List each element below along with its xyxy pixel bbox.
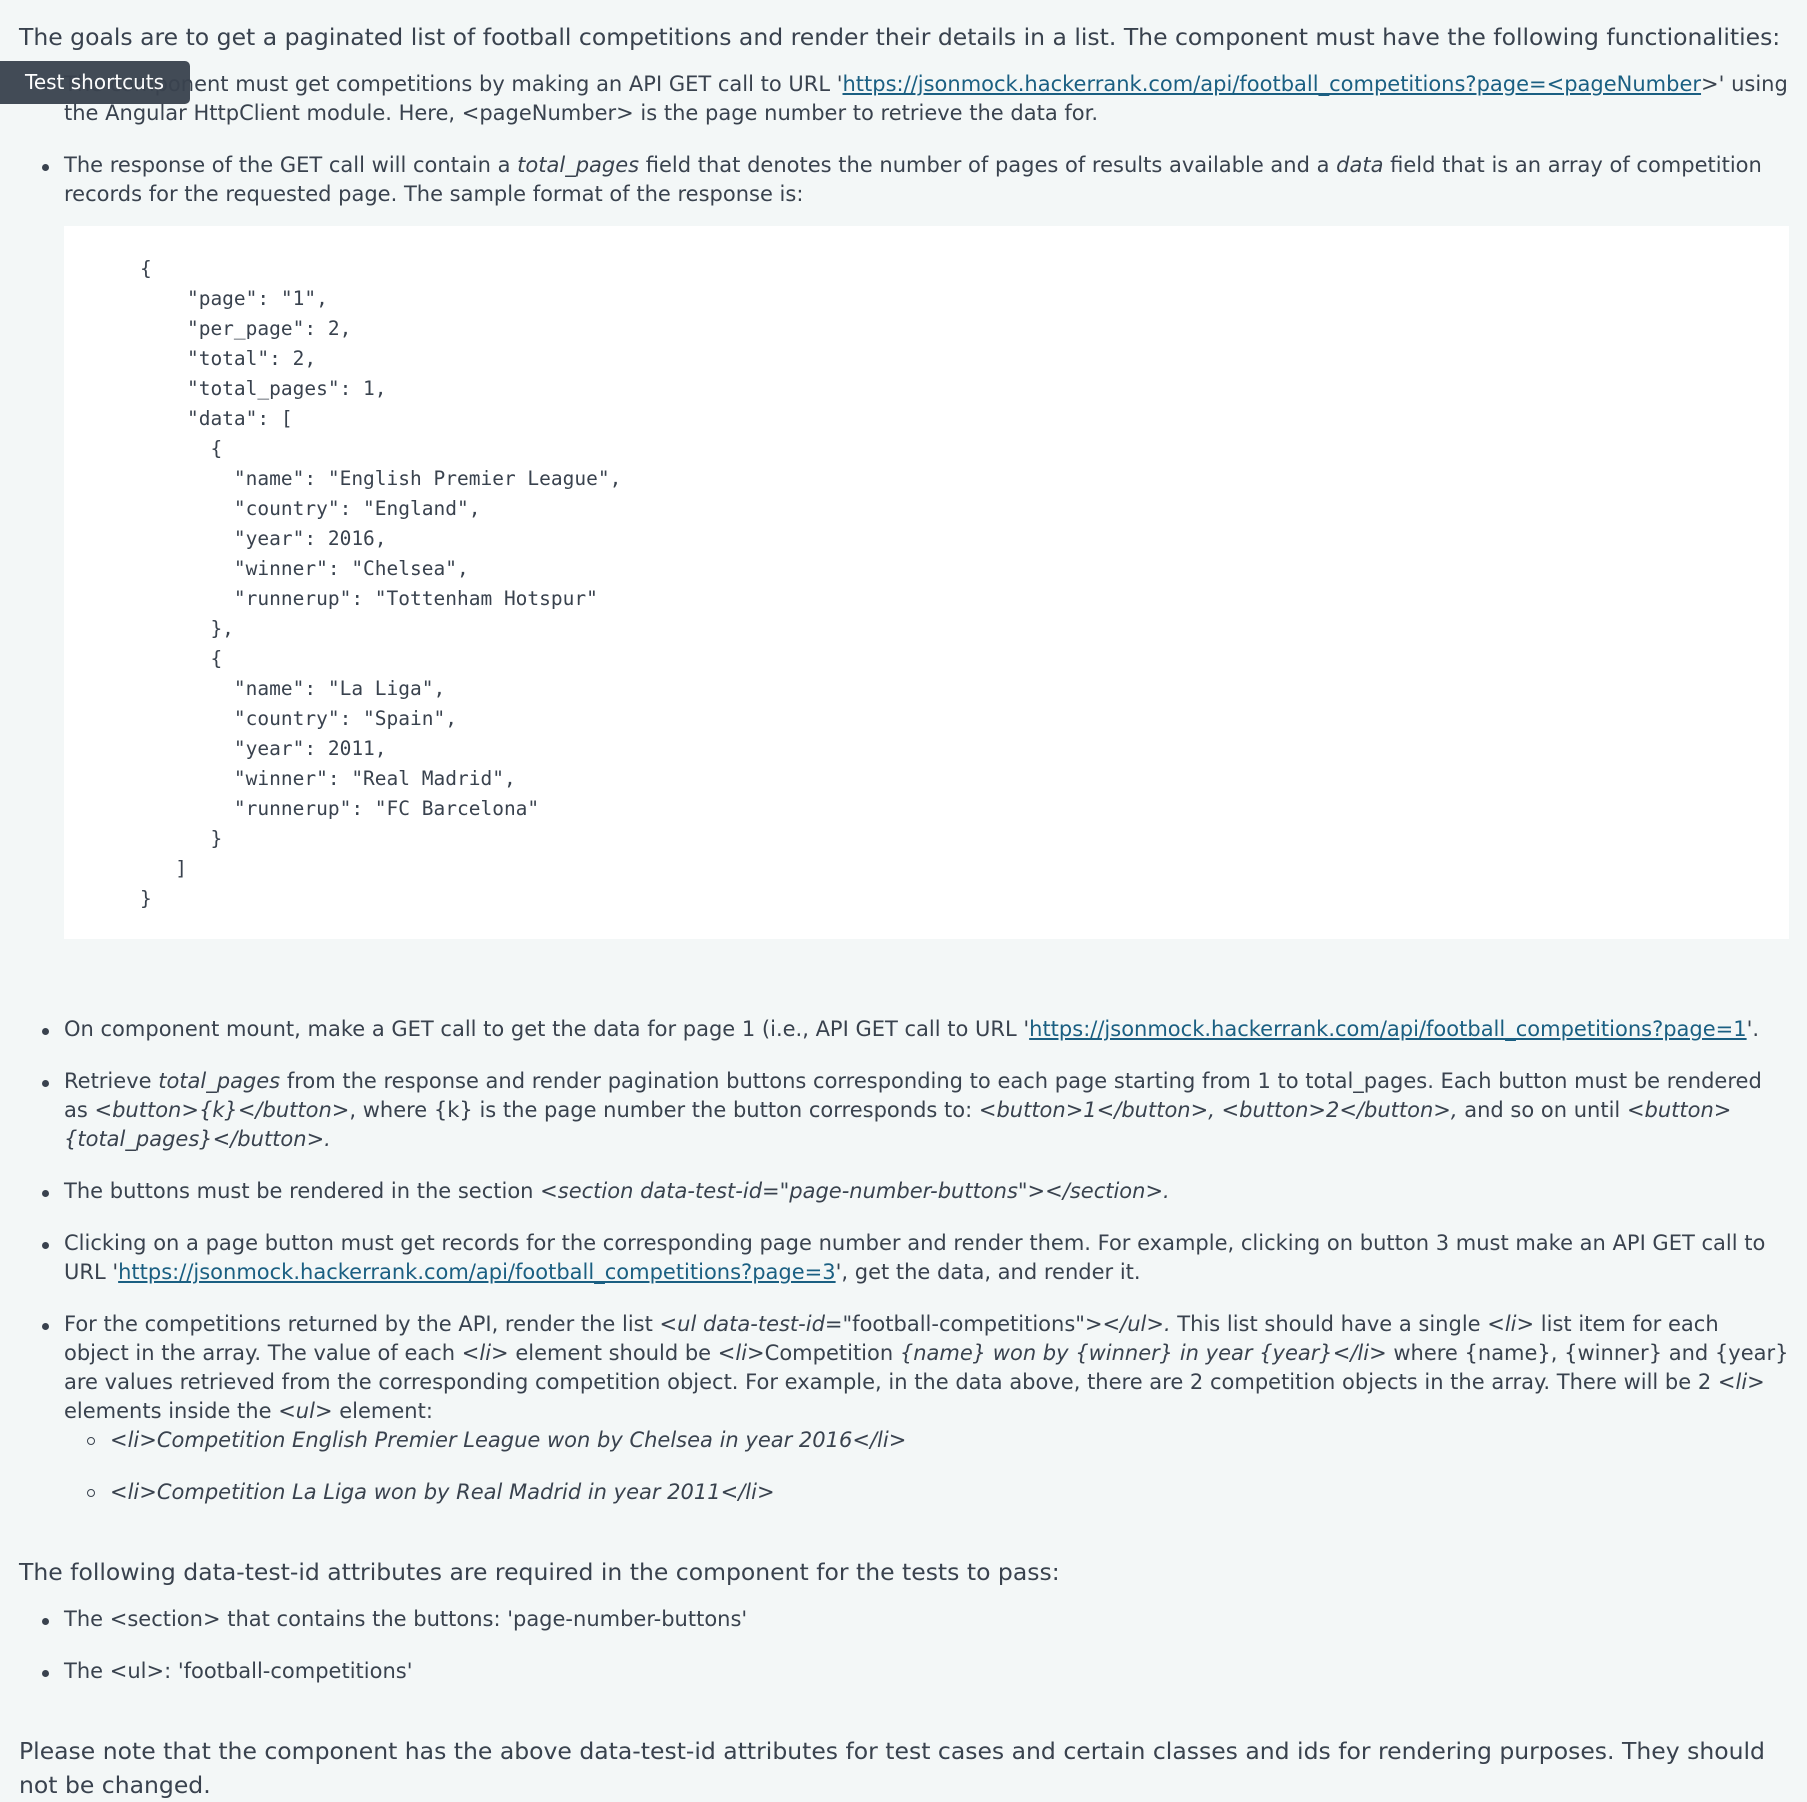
test-shortcuts-button[interactable]: Test shortcuts [0,61,190,104]
api-url-link[interactable]: https://jsonmock.hackerrank.com/api/foot… [843,72,1702,96]
bullet-text: On component mount, make a GET call to g… [64,1017,1030,1041]
list-item: The <ul>: 'football-competitions' [19,1657,1789,1686]
code-inline: {name} won by {winner} in year {year}</l… [899,1341,1387,1365]
list-item: The component must get competitions by m… [19,70,1789,128]
field-name: total_pages [158,1069,281,1093]
example-text: <li>Competition English Premier League w… [110,1428,907,1452]
attribute-text: The <ul>: 'football-competitions' [64,1659,413,1683]
bullet-text: ', get the data, and render it. [835,1260,1141,1284]
field-name: data [1336,153,1384,177]
problem-description: The goals are to get a paginated list of… [19,20,1789,1802]
api-url-link[interactable]: https://jsonmock.hackerrank.com/api/foot… [118,1260,835,1284]
bullet-text: The buttons must be rendered in the sect… [64,1179,541,1203]
example-list: <li>Competition English Premier League w… [19,1426,1789,1507]
bullet-text: and so on until [1457,1098,1627,1122]
code-inline: <ul data-test-id=" [659,1312,853,1336]
code-inline: <button>{k}</button> [94,1098,350,1122]
list-item: The buttons must be rendered in the sect… [19,1177,1789,1206]
api-url-link[interactable]: https://jsonmock.hackerrank.com/api/foot… [1029,1017,1746,1041]
bullet-text: For the competitions returned by the API… [64,1312,660,1336]
bullet-text: , where {k} is the page number the butto… [349,1098,979,1122]
list-item: The <section> that contains the buttons:… [19,1605,1789,1634]
list-item: On component mount, make a GET call to g… [19,1015,1789,1044]
attributes-heading: The following data-test-id attributes ar… [19,1558,1060,1586]
code-inline: <li> [1717,1370,1765,1394]
bullet-text: This list should have a single [1170,1312,1488,1336]
code-inline: "></ul>. [1075,1312,1171,1336]
bullet-text: element: [332,1399,433,1423]
bullet-text: The response of the GET call will contai… [64,153,518,177]
list-item: Retrieve total_pages from the response a… [19,1067,1789,1154]
attribute-text: The <section> that contains the buttons:… [64,1607,748,1631]
example-items: <li>Competition English Premier League w… [19,1426,1789,1507]
code-inline: <li> [461,1341,509,1365]
bullet-text: HttpClient module. Here, <pageNumber> is… [193,101,1099,125]
intro-paragraph: The goals are to get a paginated list of… [19,23,1781,51]
code-inline: <li> [1487,1312,1535,1336]
code-block: { "page": "1", "per_page": 2, "total": 2… [64,226,1789,939]
code-inline: <ul> [278,1399,333,1423]
example-text: <li>Competition La Liga won by Real Madr… [110,1480,775,1504]
example-item: <li>Competition La Liga won by Real Madr… [19,1478,1789,1507]
bullet-text: field that denotes the number of pages o… [639,153,1337,177]
bullet-text: '. [1746,1017,1760,1041]
requirements-list: The component must get competitions by m… [19,70,1789,1507]
bullet-text: Competition [764,1341,900,1365]
list-item: For the competitions returned by the API… [19,1310,1789,1507]
attributes-list: The <section> that contains the buttons:… [19,1605,1789,1686]
bullet-text: Retrieve [64,1069,159,1093]
code-inline: <section data-test-id="page-number-butto… [540,1179,1170,1203]
bullet-text: football-competitions [852,1312,1076,1336]
list-item: Clicking on a page button must get recor… [19,1229,1789,1287]
code-inline: <button>1</button>, <button>2</button>, [978,1098,1458,1122]
note-paragraph: Please note that the component has the a… [19,1737,1765,1799]
bullet-text: elements inside the [64,1399,279,1423]
list-item: The response of the GET call will contai… [19,151,1789,939]
example-item: <li>Competition English Premier League w… [19,1426,1789,1455]
bullet-text: element should be [508,1341,718,1365]
field-name: total_pages [517,153,640,177]
code-inline: <li> [717,1341,765,1365]
